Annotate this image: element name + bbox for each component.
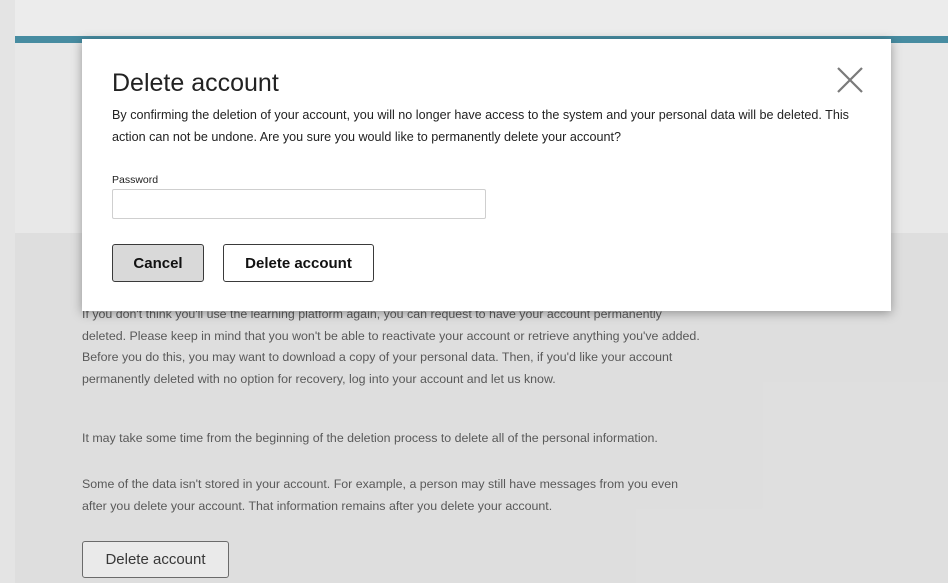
password-label: Password — [112, 174, 159, 186]
dialog-title: Delete account — [112, 69, 279, 97]
delete-account-dialog: Delete account By confirming the deletio… — [82, 39, 891, 311]
confirm-delete-account-button[interactable]: Delete account — [223, 244, 374, 282]
dialog-description: By confirming the deletion of your accou… — [112, 108, 849, 144]
close-icon — [833, 63, 867, 97]
cancel-button[interactable]: Cancel — [112, 244, 204, 282]
close-button[interactable] — [833, 63, 867, 97]
password-field[interactable] — [112, 189, 486, 219]
